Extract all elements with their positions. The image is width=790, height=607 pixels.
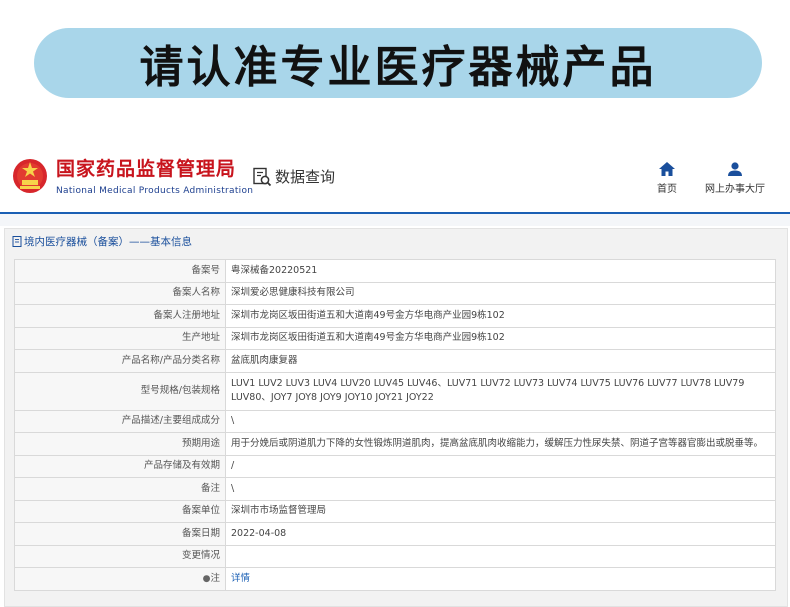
table-row: 产品描述/主要组成成分 \ xyxy=(14,409,776,433)
home-icon xyxy=(659,162,675,176)
row-value: 详情 xyxy=(225,567,776,591)
row-label: 备案号 xyxy=(14,259,226,283)
row-label: 预期用途 xyxy=(14,432,226,456)
breadcrumb: 境内医疗器械（备案）——基本信息 xyxy=(12,234,192,249)
breadcrumb-text: 境内医疗器械（备案）——基本信息 xyxy=(24,236,192,248)
table-row: 预期用途 用于分娩后或阴道肌力下降的女性锻炼阴道肌肉，提高盆底肌肉收缩能力，缓解… xyxy=(14,432,776,456)
table-row: 备案号 粤深械备20220521 xyxy=(14,259,776,283)
agency-name-cn: 国家药品监督管理局 xyxy=(56,158,237,180)
nav-online-service-label: 网上办事大厅 xyxy=(705,184,765,195)
table-row: 备案人名称 深圳爱必思健康科技有限公司 xyxy=(14,281,776,305)
table-row: ●注 详情 xyxy=(14,567,776,591)
nav-home[interactable]: 首页 xyxy=(657,162,677,195)
row-label: 型号规格/包装规格 xyxy=(14,371,226,411)
table-row: 产品名称/产品分类名称 盆底肌肉康复器 xyxy=(14,349,776,373)
row-label: 备案人名称 xyxy=(14,281,226,305)
row-value: \ xyxy=(225,409,776,433)
row-value: 深圳市市场监督管理局 xyxy=(225,499,776,523)
row-value: \ xyxy=(225,477,776,501)
row-label: 变更情况 xyxy=(14,544,226,568)
row-value: 2022-04-08 xyxy=(225,522,776,546)
table-row: 生产地址 深圳市龙岗区坂田街道五和大道南49号金方华电商产业园9栋102 xyxy=(14,326,776,350)
agency-logo[interactable]: 国家药品监督管理局 National Medical Products Admi… xyxy=(56,158,253,198)
row-label: 备注 xyxy=(14,477,226,501)
table-row: 备案单位 深圳市市场监督管理局 xyxy=(14,499,776,523)
row-value: / xyxy=(225,454,776,478)
data-query-link[interactable]: 数据查询 xyxy=(252,166,335,187)
row-value: 深圳市龙岗区坂田街道五和大道南49号金方华电商产业园9栋102 xyxy=(225,304,776,328)
row-value: 盆底肌肉康复器 xyxy=(225,349,776,373)
banner-title: 请认准专业医疗器械产品 xyxy=(139,42,657,93)
row-value: LUV1 LUV2 LUV3 LUV4 LUV20 LUV45 LUV46、LU… xyxy=(225,371,776,411)
table-row: 备案人注册地址 深圳市龙岗区坂田街道五和大道南49号金方华电商产业园9栋102 xyxy=(14,304,776,328)
row-value: 深圳市龙岗区坂田街道五和大道南49号金方华电商产业园9栋102 xyxy=(225,326,776,350)
row-label: 产品名称/产品分类名称 xyxy=(14,349,226,373)
national-emblem-icon xyxy=(13,159,47,193)
search-document-icon xyxy=(253,167,272,186)
record-table: 备案号 粤深械备20220521 备案人名称 深圳爱必思健康科技有限公司 备案人… xyxy=(14,259,776,591)
table-row: 产品存储及有效期 / xyxy=(14,454,776,478)
data-query-label: 数据查询 xyxy=(275,168,336,186)
details-link[interactable]: 详情 xyxy=(231,573,250,584)
nav-online-service[interactable]: 网上办事大厅 xyxy=(705,162,765,195)
note-label: 注 xyxy=(210,572,220,584)
user-icon xyxy=(728,162,742,176)
header-shadow xyxy=(0,214,790,226)
top-banner: 请认准专业医疗器械产品 xyxy=(34,28,762,98)
row-value: 用于分娩后或阴道肌力下降的女性锻炼阴道肌肉，提高盆底肌肉收缩能力，缓解压力性尿失… xyxy=(225,432,776,456)
table-row: 备注 \ xyxy=(14,477,776,501)
row-label: 备案日期 xyxy=(14,522,226,546)
row-label: 备案单位 xyxy=(14,499,226,523)
document-icon xyxy=(12,236,22,247)
row-label: 产品存储及有效期 xyxy=(14,454,226,478)
row-label: 备案人注册地址 xyxy=(14,304,226,328)
row-label: 产品描述/主要组成成分 xyxy=(14,409,226,433)
table-row: 变更情况 xyxy=(14,544,776,568)
row-value: 粤深械备20220521 xyxy=(225,259,776,283)
row-label: ●注 xyxy=(14,567,226,591)
row-value: 深圳爱必思健康科技有限公司 xyxy=(225,281,776,305)
site-header: 国家药品监督管理局 National Medical Products Admi… xyxy=(0,148,790,212)
row-value xyxy=(225,544,776,568)
nav-home-label: 首页 xyxy=(657,184,677,195)
table-row: 备案日期 2022-04-08 xyxy=(14,522,776,546)
agency-name-en: National Medical Products Administration xyxy=(56,186,254,196)
table-row: 型号规格/包装规格 LUV1 LUV2 LUV3 LUV4 LUV20 LUV4… xyxy=(14,371,776,411)
row-label: 生产地址 xyxy=(14,326,226,350)
